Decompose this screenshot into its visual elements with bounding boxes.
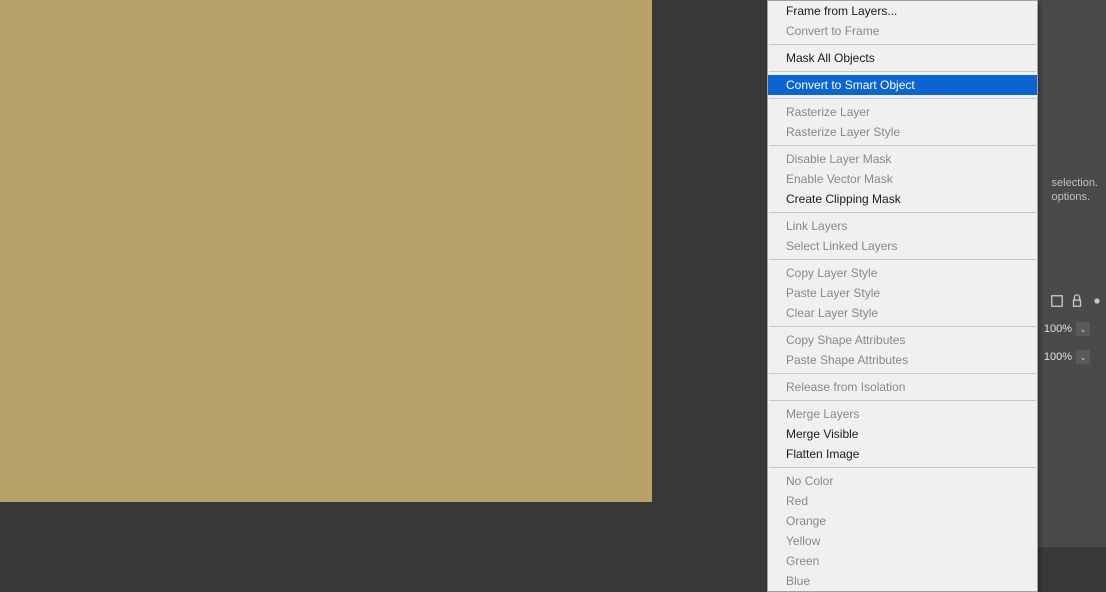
- menu-separator: [769, 467, 1036, 468]
- dot-icon[interactable]: [1090, 294, 1104, 308]
- menu-item-rasterize-layer: Rasterize Layer: [768, 102, 1037, 122]
- canvas-area[interactable]: [0, 0, 652, 502]
- menu-item-enable-vector-mask: Enable Vector Mask: [768, 169, 1037, 189]
- menu-item-convert-to-smart-object[interactable]: Convert to Smart Object: [768, 75, 1037, 95]
- crop-icon[interactable]: [1050, 294, 1064, 308]
- menu-item-red: Red: [768, 491, 1037, 511]
- menu-separator: [769, 71, 1036, 72]
- panel-hint-text: selection. options.: [1052, 176, 1098, 204]
- layer-context-menu: Frame from Layers...Convert to Frame Mask…: [767, 0, 1038, 592]
- right-panel: selection. options. 100% ⌄ 100% ⌄: [1036, 0, 1106, 547]
- panel-iconbar: [1050, 294, 1104, 308]
- menu-item-yellow: Yellow: [768, 531, 1037, 551]
- opacity-value: 100%: [1044, 323, 1072, 335]
- menu-item-copy-layer-style: Copy Layer Style: [768, 263, 1037, 283]
- menu-item-link-layers: Link Layers: [768, 216, 1037, 236]
- menu-item-merge-layers: Merge Layers: [768, 404, 1037, 424]
- hint-line-1: selection.: [1052, 177, 1098, 189]
- menu-item-create-clipping-mask[interactable]: Create Clipping Mask: [768, 189, 1037, 209]
- hint-line-2: options.: [1052, 191, 1091, 203]
- opacity-control[interactable]: 100% ⌄: [1044, 320, 1090, 338]
- menu-item-select-linked-layers: Select Linked Layers: [768, 236, 1037, 256]
- menu-item-clear-layer-style: Clear Layer Style: [768, 303, 1037, 323]
- menu-item-mask-all-objects[interactable]: Mask All Objects: [768, 48, 1037, 68]
- fill-control[interactable]: 100% ⌄: [1044, 348, 1090, 366]
- menu-item-copy-shape-attributes: Copy Shape Attributes: [768, 330, 1037, 350]
- menu-separator: [769, 373, 1036, 374]
- menu-item-green: Green: [768, 551, 1037, 571]
- chevron-down-icon[interactable]: ⌄: [1076, 322, 1090, 336]
- menu-item-no-color: No Color: [768, 471, 1037, 491]
- menu-item-merge-visible[interactable]: Merge Visible: [768, 424, 1037, 444]
- menu-item-paste-layer-style: Paste Layer Style: [768, 283, 1037, 303]
- lock-icon[interactable]: [1070, 294, 1084, 308]
- menu-item-convert-to-frame: Convert to Frame: [768, 21, 1037, 41]
- menu-item-orange: Orange: [768, 511, 1037, 531]
- fill-value: 100%: [1044, 351, 1072, 363]
- menu-item-disable-layer-mask: Disable Layer Mask: [768, 149, 1037, 169]
- menu-item-release-from-isolation: Release from Isolation: [768, 377, 1037, 397]
- menu-separator: [769, 212, 1036, 213]
- chevron-down-icon[interactable]: ⌄: [1076, 350, 1090, 364]
- menu-item-flatten-image[interactable]: Flatten Image: [768, 444, 1037, 464]
- menu-item-paste-shape-attributes: Paste Shape Attributes: [768, 350, 1037, 370]
- menu-separator: [769, 400, 1036, 401]
- menu-separator: [769, 145, 1036, 146]
- menu-separator: [769, 44, 1036, 45]
- menu-item-rasterize-layer-style: Rasterize Layer Style: [768, 122, 1037, 142]
- menu-separator: [769, 326, 1036, 327]
- menu-separator: [769, 259, 1036, 260]
- menu-separator: [769, 98, 1036, 99]
- menu-item-frame-from-layers[interactable]: Frame from Layers...: [768, 1, 1037, 21]
- menu-item-blue: Blue: [768, 571, 1037, 591]
